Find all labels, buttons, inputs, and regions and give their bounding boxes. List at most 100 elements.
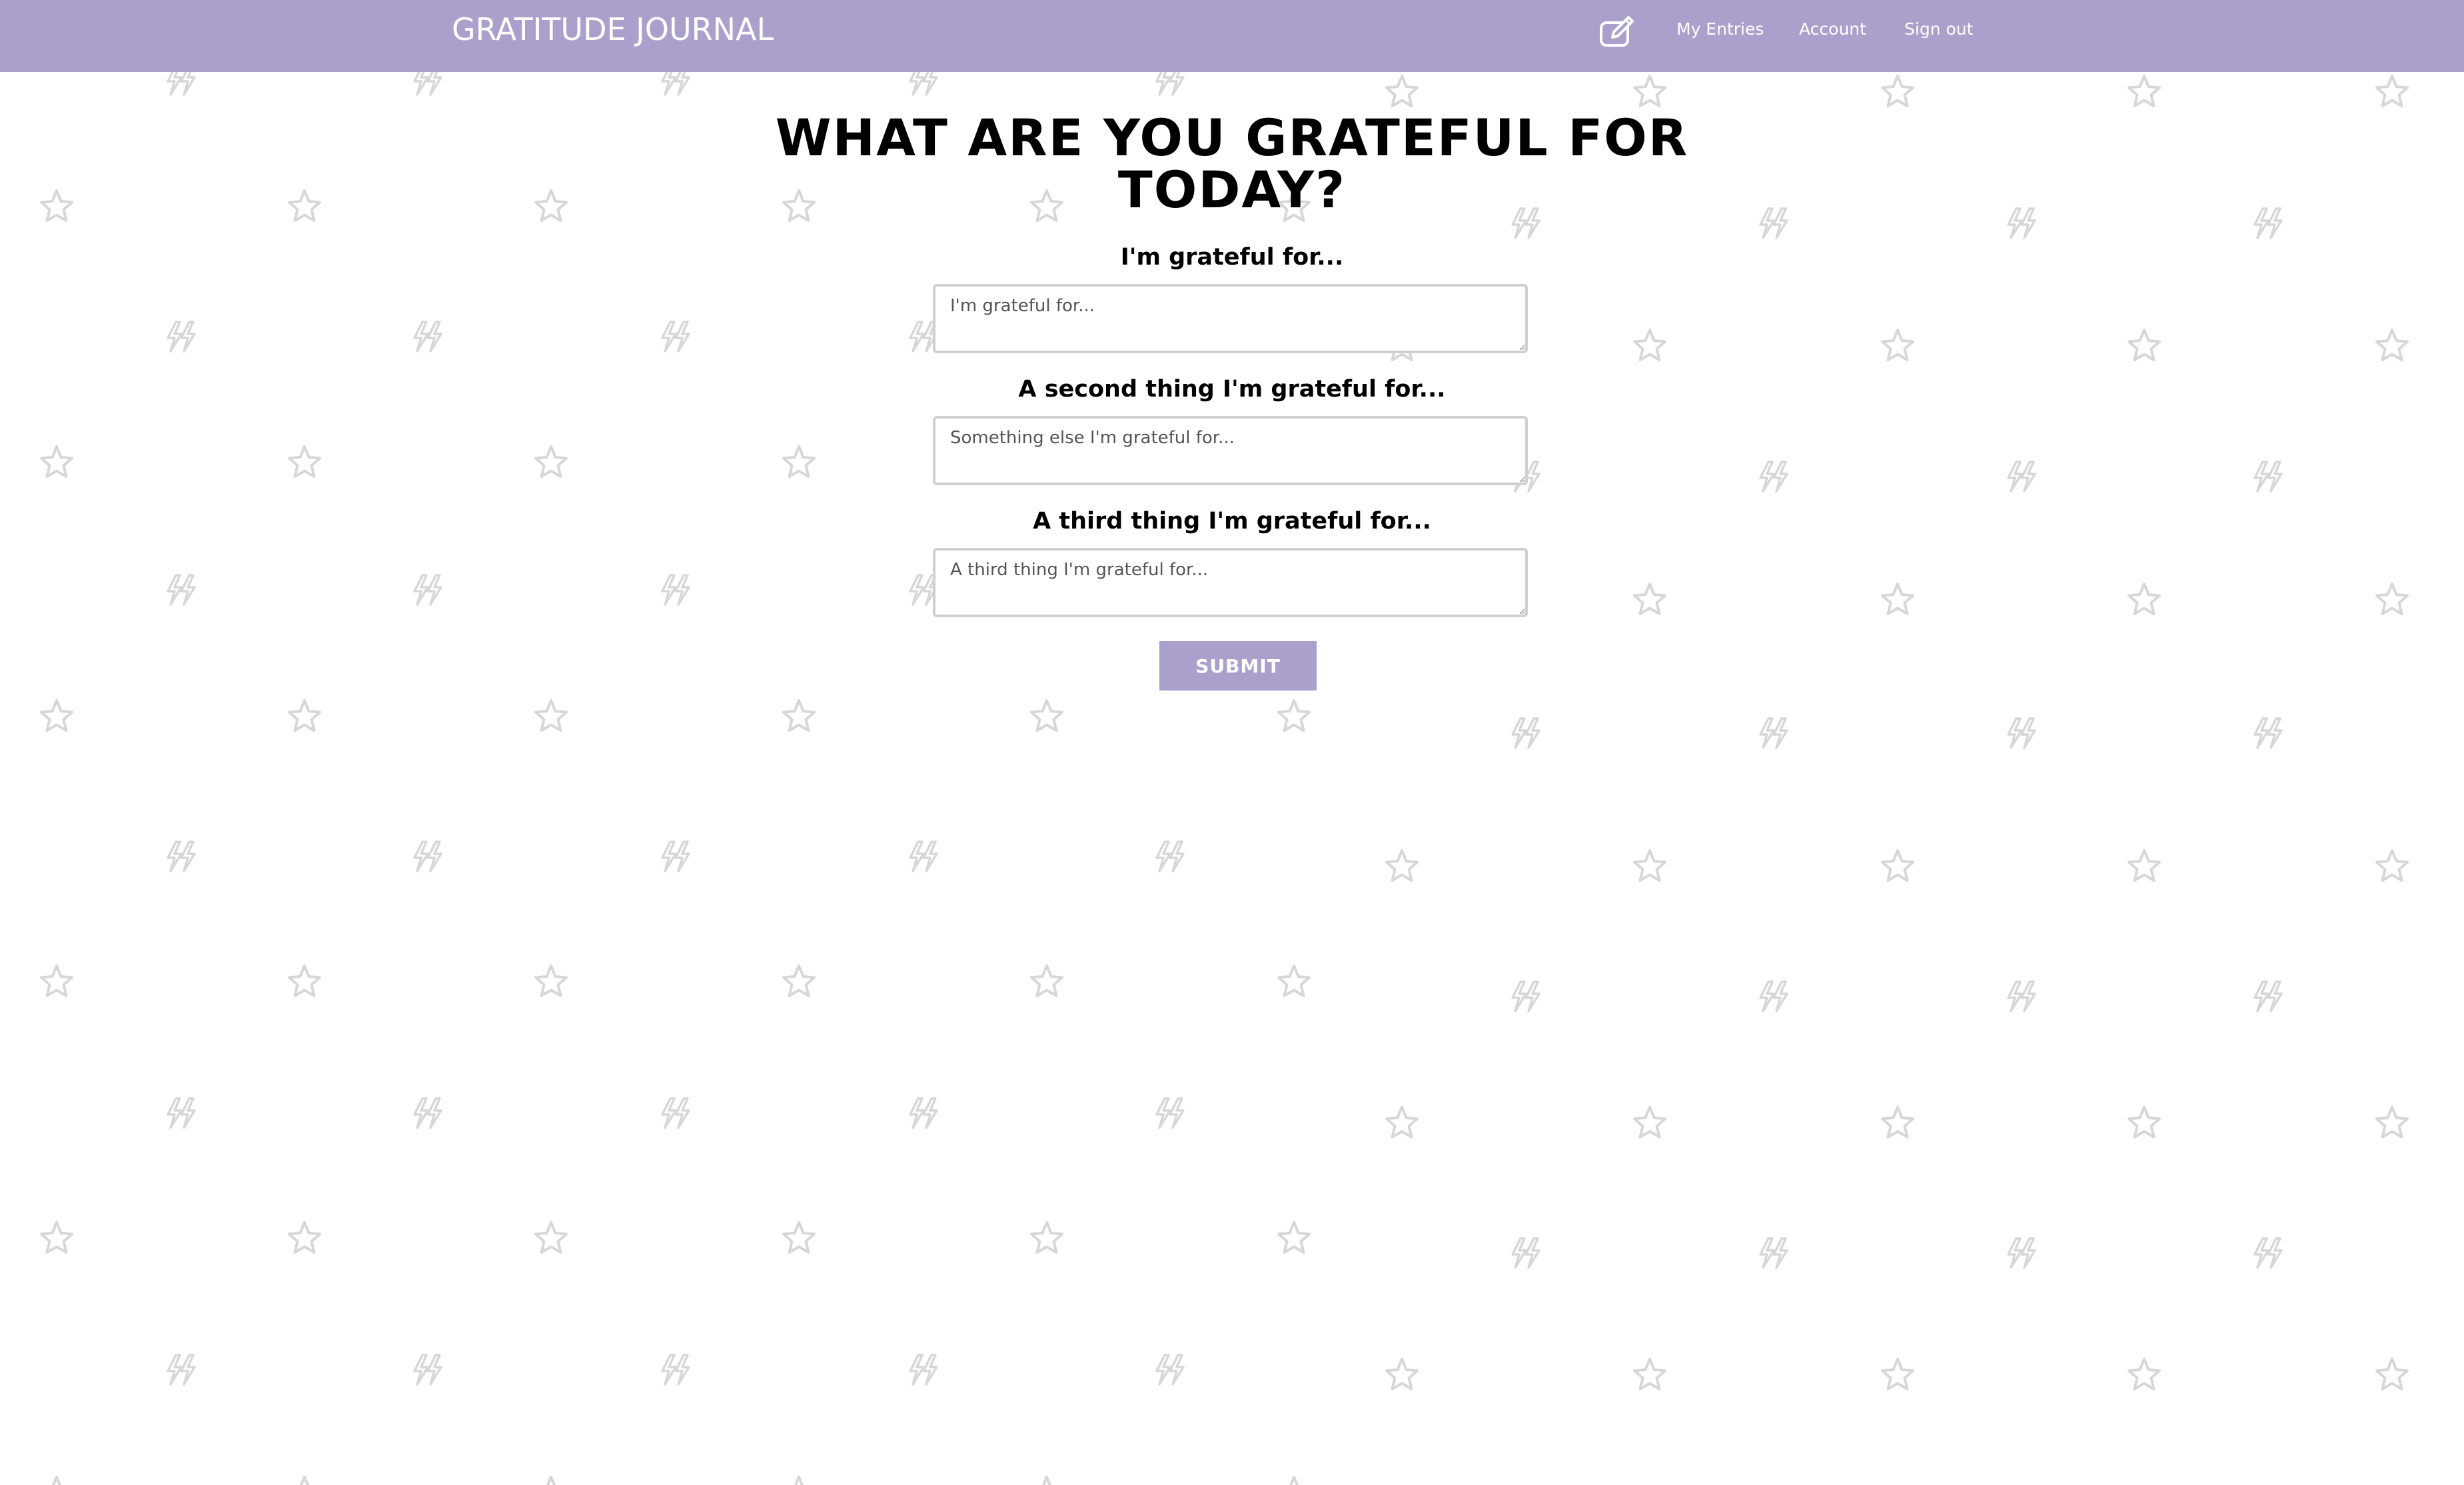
star-icon bbox=[1030, 1221, 1063, 1254]
star-icon bbox=[40, 964, 73, 997]
star-icon bbox=[1030, 1476, 1063, 1485]
lightning-icon bbox=[1759, 207, 1788, 239]
star-icon bbox=[2375, 75, 2409, 107]
star-icon bbox=[40, 189, 73, 222]
star-icon bbox=[2375, 1106, 2409, 1138]
lightning-icon bbox=[413, 1354, 442, 1386]
star-icon bbox=[2375, 849, 2409, 882]
star-icon bbox=[534, 189, 568, 222]
star-icon bbox=[782, 1221, 816, 1254]
lightning-icon bbox=[413, 574, 442, 606]
star-icon bbox=[534, 445, 568, 478]
star-icon bbox=[288, 445, 321, 478]
star-icon bbox=[288, 1221, 321, 1254]
star-icon bbox=[288, 699, 321, 732]
star-icon bbox=[2128, 329, 2161, 361]
star-icon bbox=[1277, 699, 1311, 732]
lightning-icon bbox=[1511, 980, 1540, 1012]
lightning-icon bbox=[661, 321, 690, 353]
star-icon bbox=[1881, 329, 1914, 361]
star-icon bbox=[288, 1476, 321, 1485]
lightning-icon bbox=[909, 1097, 938, 1129]
star-icon bbox=[534, 699, 568, 732]
lightning-icon bbox=[1759, 980, 1788, 1012]
submit-button[interactable]: SUBMIT bbox=[1159, 641, 1317, 691]
star-icon bbox=[1633, 1106, 1666, 1138]
star-icon bbox=[1633, 329, 1666, 361]
edit-note-icon[interactable] bbox=[1598, 15, 1639, 49]
top-navbar: GRATITUDE JOURNAL My Entries Account Sig… bbox=[0, 0, 2464, 72]
first-grateful-input[interactable] bbox=[933, 284, 1528, 353]
star-icon bbox=[1633, 849, 1666, 882]
star-icon bbox=[1030, 699, 1063, 732]
star-icon bbox=[534, 1221, 568, 1254]
lightning-icon bbox=[167, 1354, 196, 1386]
star-icon bbox=[1277, 1476, 1311, 1485]
lightning-icon bbox=[2253, 1237, 2283, 1269]
nav-link-my-entries[interactable]: My Entries bbox=[1676, 17, 1764, 41]
lightning-icon bbox=[1155, 840, 1185, 872]
star-icon bbox=[1385, 75, 1419, 107]
second-grateful-input[interactable] bbox=[933, 416, 1528, 485]
lightning-icon bbox=[2007, 980, 2036, 1012]
star-icon bbox=[2128, 583, 2161, 615]
lightning-icon bbox=[2007, 717, 2036, 749]
star-icon bbox=[288, 964, 321, 997]
lightning-icon bbox=[661, 1097, 690, 1129]
lightning-icon bbox=[661, 840, 690, 872]
star-icon bbox=[1385, 1106, 1419, 1138]
star-icon bbox=[2128, 1358, 2161, 1390]
star-icon bbox=[1633, 75, 1666, 107]
star-icon bbox=[1385, 1358, 1419, 1390]
lightning-icon bbox=[661, 574, 690, 606]
lightning-icon bbox=[2253, 207, 2283, 239]
star-icon bbox=[1633, 1358, 1666, 1390]
background-pattern bbox=[40, 64, 2409, 1485]
field-label-third: A third thing I'm grateful for... bbox=[1033, 508, 1431, 535]
lightning-icon bbox=[1511, 1237, 1540, 1269]
lightning-icon bbox=[2007, 207, 2036, 239]
lightning-icon bbox=[1511, 717, 1540, 749]
star-icon bbox=[1385, 849, 1419, 882]
nav-link-sign-out[interactable]: Sign out bbox=[1904, 17, 1973, 41]
star-icon bbox=[782, 1476, 816, 1485]
star-icon bbox=[782, 964, 816, 997]
lightning-icon bbox=[167, 321, 196, 353]
star-icon bbox=[1881, 75, 1914, 107]
lightning-icon bbox=[661, 1354, 690, 1386]
star-icon bbox=[2375, 1358, 2409, 1390]
star-icon bbox=[1277, 1221, 1311, 1254]
star-icon bbox=[1881, 1106, 1914, 1138]
lightning-icon bbox=[909, 1354, 938, 1386]
star-icon bbox=[2128, 849, 2161, 882]
lightning-icon bbox=[2253, 461, 2283, 493]
brand-title[interactable]: GRATITUDE JOURNAL bbox=[452, 11, 774, 48]
nav-link-account[interactable]: Account bbox=[1799, 17, 1866, 41]
lightning-icon bbox=[167, 574, 196, 606]
lightning-icon bbox=[413, 840, 442, 872]
page-title: WHAT ARE YOU GRATEFUL FOR TODAY? bbox=[775, 108, 1689, 219]
star-icon bbox=[1030, 964, 1063, 997]
star-icon bbox=[2128, 75, 2161, 107]
star-icon bbox=[534, 964, 568, 997]
star-icon bbox=[40, 699, 73, 732]
star-icon bbox=[40, 445, 73, 478]
lightning-icon bbox=[1759, 717, 1788, 749]
star-icon bbox=[288, 189, 321, 222]
star-icon bbox=[40, 1476, 73, 1485]
lightning-icon bbox=[167, 840, 196, 872]
star-icon bbox=[1881, 1358, 1914, 1390]
star-icon bbox=[1277, 964, 1311, 997]
lightning-icon bbox=[2007, 1237, 2036, 1269]
lightning-icon bbox=[413, 321, 442, 353]
lightning-icon bbox=[167, 1097, 196, 1129]
lightning-icon bbox=[2007, 461, 2036, 493]
lightning-icon bbox=[1155, 1097, 1185, 1129]
star-icon bbox=[2375, 329, 2409, 361]
field-label-second: A second thing I'm grateful for... bbox=[1018, 376, 1446, 403]
star-icon bbox=[2375, 583, 2409, 615]
star-icon bbox=[2128, 1106, 2161, 1138]
third-grateful-input[interactable] bbox=[933, 548, 1528, 617]
lightning-icon bbox=[2253, 980, 2283, 1012]
lightning-icon bbox=[413, 1097, 442, 1129]
